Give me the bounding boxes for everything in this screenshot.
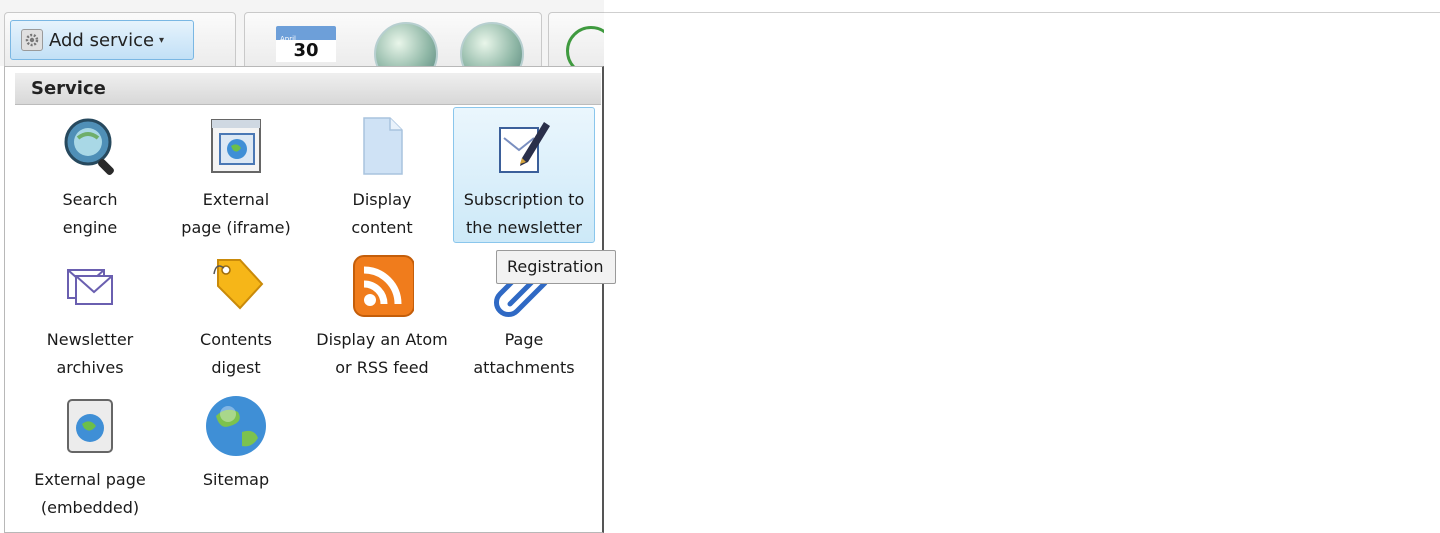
external-page-iframe-icon xyxy=(211,119,261,173)
service-external-page-embedded[interactable]: External page (embedded) xyxy=(19,387,161,523)
item-label: External page (iframe) xyxy=(181,190,291,237)
chevron-down-icon: ▾ xyxy=(159,34,165,46)
service-display-content[interactable]: Display content xyxy=(311,107,453,243)
document-icon xyxy=(363,117,403,175)
calendar-day: 30 xyxy=(276,40,336,62)
service-newsletter-subscription[interactable]: Subscription to the newsletter xyxy=(453,107,595,243)
item-label: Search engine xyxy=(62,190,118,237)
item-label: Display content xyxy=(351,190,413,237)
item-label: External page (embedded) xyxy=(34,470,146,517)
calendar-icon[interactable]: April 30 xyxy=(276,26,336,66)
service-external-page-iframe[interactable]: External page (iframe) xyxy=(165,107,307,243)
item-label: Page attachments xyxy=(473,330,575,377)
item-label: Contents digest xyxy=(200,330,272,377)
gear-icon xyxy=(21,29,43,51)
top-divider xyxy=(604,12,1440,13)
newsletter-subscription-icon xyxy=(499,122,550,173)
item-label: Display an Atom or RSS feed xyxy=(316,330,448,377)
envelope-icon xyxy=(67,269,113,305)
add-service-dropdown: Service Search engine External page (ifr… xyxy=(4,66,604,533)
rss-feed-icon xyxy=(353,255,414,317)
external-page-embedded-icon xyxy=(67,399,113,453)
search-engine-icon xyxy=(64,118,114,175)
item-label: Newsletter archives xyxy=(46,330,134,377)
add-service-label: Add service xyxy=(49,29,155,51)
service-search-engine[interactable]: Search engine xyxy=(19,107,161,243)
tag-icon xyxy=(213,259,264,310)
section-title: Service xyxy=(15,73,601,105)
add-service-button[interactable]: Add service ▾ xyxy=(10,20,194,60)
globe-icon xyxy=(206,396,266,456)
service-sitemap[interactable]: Sitemap xyxy=(165,387,307,523)
item-label: Sitemap xyxy=(202,470,270,489)
service-contents-digest[interactable]: Contents digest xyxy=(165,247,307,383)
toolbar: Add service ▾ April 30 xyxy=(0,0,604,66)
service-newsletter-archives[interactable]: Newsletter archives xyxy=(19,247,161,383)
item-label: Subscription to the newsletter xyxy=(463,190,585,237)
tooltip: Registration xyxy=(496,250,616,284)
service-rss-feed[interactable]: Display an Atom or RSS feed xyxy=(311,247,453,383)
